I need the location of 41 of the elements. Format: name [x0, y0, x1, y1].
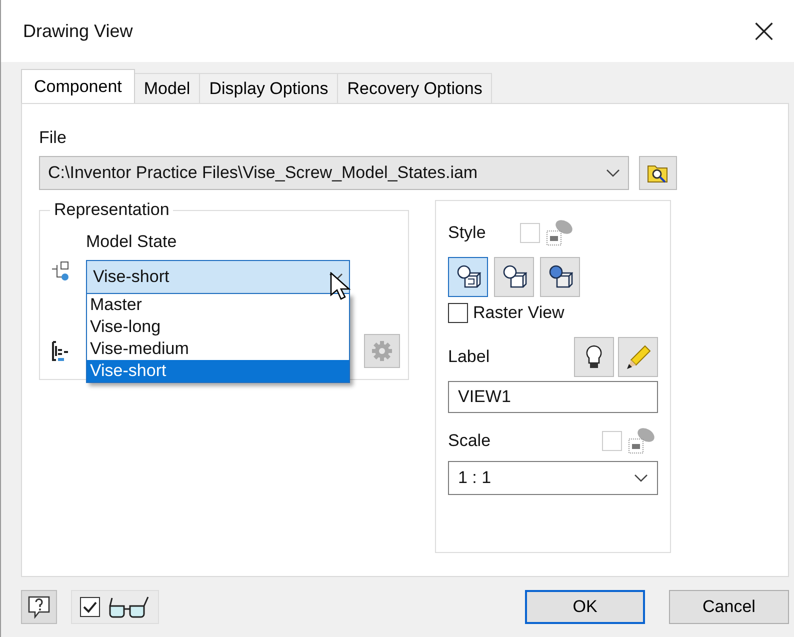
help-button[interactable]: [21, 590, 57, 624]
file-dropdown[interactable]: C:\Inventor Practice Files\Vise_Screw_Model_States.iam: [39, 156, 629, 190]
preview-checkbox[interactable]: [80, 597, 100, 617]
help-icon: [26, 594, 52, 620]
browse-button[interactable]: [639, 156, 677, 190]
field-label: Style: [448, 223, 486, 243]
style-button[interactable]: [494, 257, 534, 297]
dropdown-option[interactable]: Vise-short: [87, 360, 349, 382]
sphere-cube-icon: [455, 264, 481, 290]
window-title: Drawing View: [23, 20, 134, 42]
style-button[interactable]: [540, 257, 580, 297]
light-bulb-icon: [584, 344, 604, 370]
field-label: Label: [448, 347, 490, 367]
chevron-icon: [606, 169, 620, 177]
tab[interactable]: Component: [21, 69, 135, 103]
dropdown-option[interactable]: Master: [87, 294, 349, 316]
cancel-button[interactable]: Cancel: [669, 590, 789, 624]
group-title: Representation: [53, 200, 170, 220]
chevron-icon: [634, 474, 648, 482]
shaded-sphere-cube-icon: [547, 264, 573, 290]
settings-icon: [371, 340, 393, 362]
style-checkbox[interactable]: [520, 223, 540, 243]
pencil-icon: [625, 344, 651, 370]
style-button[interactable]: [448, 257, 488, 297]
label-field[interactable]: VIEW1: [448, 381, 658, 413]
model-state-dropdown[interactable]: Vise-short: [86, 260, 350, 294]
field-label: Scale: [448, 431, 491, 451]
scale-checkbox[interactable]: [602, 431, 622, 451]
scale-dropdown[interactable]: 1 : 1: [448, 461, 658, 495]
sphere-cube-icon: [501, 264, 527, 290]
tab[interactable]: Recovery Options: [337, 73, 492, 103]
ok-button[interactable]: OK: [525, 590, 645, 624]
dropdown-option[interactable]: Vise-long: [87, 316, 349, 338]
visibility-button[interactable]: [574, 337, 614, 377]
field-label: Model State: [86, 232, 178, 252]
checkbox-label: Raster View: [473, 303, 564, 323]
raster-view-checkbox[interactable]: [448, 303, 468, 323]
close-button[interactable]: ×: [734, 1, 794, 61]
preview-toggle[interactable]: [71, 590, 159, 624]
dropdown-option[interactable]: Vise-medium: [87, 338, 349, 360]
field-label: File: [39, 128, 68, 148]
